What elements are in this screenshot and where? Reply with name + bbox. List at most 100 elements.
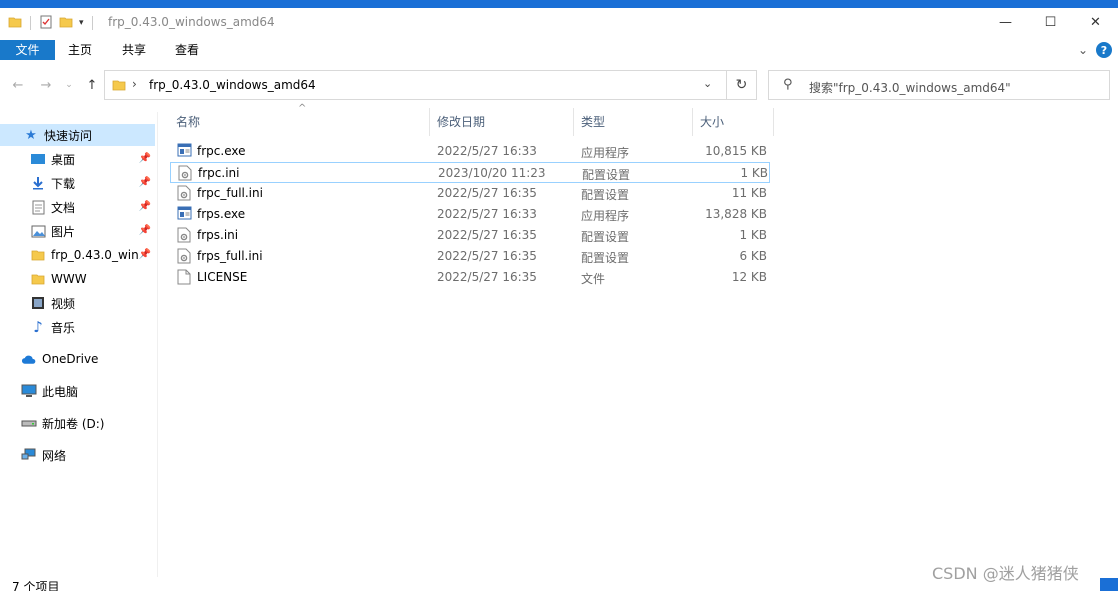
table-row[interactable]: frpc_full.ini 2022/5/27 16:35 配置设置 11 KB [170,183,770,204]
table-row[interactable]: frpc.exe 2022/5/27 16:33 应用程序 10,815 KB [170,141,770,162]
title-bar: ▾ frp_0.43.0_windows_amd64 — ☐ ✕ [0,0,1118,40]
computer-icon [21,383,37,399]
desktop-icon [30,151,46,167]
file-name: frpc.exe [197,144,246,158]
table-row[interactable]: frps.exe 2022/5/27 16:33 应用程序 13,828 KB [170,204,770,225]
maximize-button[interactable]: ☐ [1028,8,1073,36]
sidebar-item-www[interactable]: WWW [0,268,155,290]
file-modified-date: 2022/5/27 16:35 [437,186,537,200]
sidebar-item-videos[interactable]: 视频 [0,292,155,314]
address-bar[interactable]: › frp_0.43.0_windows_amd64 ⌄ [104,70,727,100]
folder-icon [8,15,22,32]
file-type: 应用程序 [581,146,630,160]
column-header-name[interactable]: 名称 [170,108,430,136]
search-input[interactable]: ⚲ 搜索"frp_0.43.0_windows_amd64" [768,70,1110,100]
music-icon: ♪ [33,318,43,336]
file-size: 11 KB [731,186,767,200]
settings-file-icon [177,248,192,264]
arrow-right-icon: → [40,77,52,93]
column-header-size[interactable]: 大小 [694,108,774,136]
file-type: 应用程序 [581,209,630,223]
file-type: 配置设置 [582,168,631,182]
tab-share[interactable]: 共享 [109,40,159,60]
navigation-bar: ← → ⌄ ↑ › frp_0.43.0_windows_amd64 ⌄ ↻ ⚲… [0,70,1118,102]
recent-locations-button[interactable]: ⌄ [60,76,78,94]
maximize-icon: ☐ [1044,14,1057,30]
application-icon [177,143,192,159]
column-header-type[interactable]: 类型 [575,108,693,136]
minimize-button[interactable]: — [983,8,1028,36]
minimize-icon: — [999,14,1012,30]
sidebar-item-onedrive[interactable]: OneDrive [0,348,155,370]
pin-icon[interactable]: 📌 [139,201,151,212]
quick-access-toolbar: ▾ [8,14,95,32]
pin-icon[interactable]: 📌 [139,249,151,260]
help-icon[interactable]: ? [1096,42,1112,58]
pin-icon[interactable]: 📌 [139,225,151,236]
file-type: 配置设置 [581,188,630,202]
breadcrumb-chevron-icon[interactable]: › [132,77,137,91]
sidebar-item-network[interactable]: 网络 [0,444,155,466]
sidebar-item-downloads[interactable]: 下载 📌 [0,172,155,194]
table-row[interactable]: frps_full.ini 2022/5/27 16:35 配置设置 6 KB [170,246,770,267]
settings-file-icon [177,185,192,201]
refresh-button[interactable]: ↻ [727,70,757,100]
folder-icon [112,78,126,95]
sidebar-item-music[interactable]: ♪ 音乐 [0,316,155,338]
file-modified-date: 2022/5/27 16:33 [437,144,537,158]
column-header-date[interactable]: 修改日期 [431,108,574,136]
file-modified-date: 2022/5/27 16:35 [437,228,537,242]
pin-icon[interactable]: 📌 [139,177,151,188]
customize-toolbar-icon[interactable]: ▾ [79,18,84,28]
tab-file[interactable]: 文件 [0,40,55,60]
drive-icon [21,415,37,431]
watermark: CSDN @迷人猪猪侠 [932,564,1079,583]
pin-icon[interactable]: 📌 [139,153,151,164]
folder-icon [30,247,46,263]
file-size: 1 KB [740,166,768,180]
close-button[interactable]: ✕ [1073,8,1118,36]
up-button[interactable]: ↑ [83,76,101,94]
sidebar-item-quick-access[interactable]: ★ 快速访问 [0,124,155,146]
sidebar-item-this-pc[interactable]: 此电脑 [0,380,155,402]
table-row[interactable]: frps.ini 2022/5/27 16:35 配置设置 1 KB [170,225,770,246]
new-folder-icon[interactable] [59,15,73,32]
file-name: frps.ini [197,228,239,242]
tab-view[interactable]: 查看 [162,40,212,60]
file-size: 1 KB [739,228,767,242]
sidebar-item-documents[interactable]: 文档 📌 [0,196,155,218]
sidebar-item-frp-folder[interactable]: frp_0.43.0_wind 📌 [0,244,155,266]
settings-file-icon [178,165,193,181]
settings-file-icon [177,227,192,243]
picture-icon [30,223,46,239]
forward-button[interactable]: → [37,76,55,94]
search-placeholder: 搜索"frp_0.43.0_windows_amd64" [809,81,1011,95]
arrow-left-icon: ← [12,77,24,93]
table-row[interactable]: frpc.ini 2023/10/20 11:23 配置设置 1 KB [170,162,770,183]
folder-icon [30,271,46,287]
tab-home[interactable]: 主页 [55,40,105,60]
cloud-icon [21,351,37,367]
sidebar-item-drive-d[interactable]: 新加卷 (D:) [0,412,155,434]
status-item-count: 7 个项目 [12,580,60,591]
properties-icon[interactable] [39,15,53,32]
expand-ribbon-icon[interactable]: ⌄ [1078,43,1088,57]
file-icon [177,269,192,285]
search-icon: ⚲ [783,77,793,92]
back-button[interactable]: ← [9,76,27,94]
taskbar-strip [1100,578,1118,591]
navigation-pane: ★ 快速访问 桌面 📌 下载 📌 文档 📌 图片 📌 frp_0.43.0_wi… [0,112,158,577]
file-name: frpc.ini [198,166,240,180]
refresh-icon: ↻ [735,77,748,93]
file-type: 配置设置 [581,251,630,265]
file-name: frpc_full.ini [197,186,263,200]
sidebar-item-desktop[interactable]: 桌面 📌 [0,148,155,170]
address-dropdown-icon[interactable]: ⌄ [703,77,712,90]
table-row[interactable]: LICENSE 2022/5/27 16:35 文件 12 KB [170,267,770,288]
breadcrumb[interactable]: frp_0.43.0_windows_amd64 [149,78,316,92]
arrow-up-icon: ↑ [86,77,98,93]
star-icon: ★ [25,127,37,143]
document-icon [30,199,46,215]
window-title: frp_0.43.0_windows_amd64 [108,15,275,29]
sidebar-item-pictures[interactable]: 图片 📌 [0,220,155,242]
